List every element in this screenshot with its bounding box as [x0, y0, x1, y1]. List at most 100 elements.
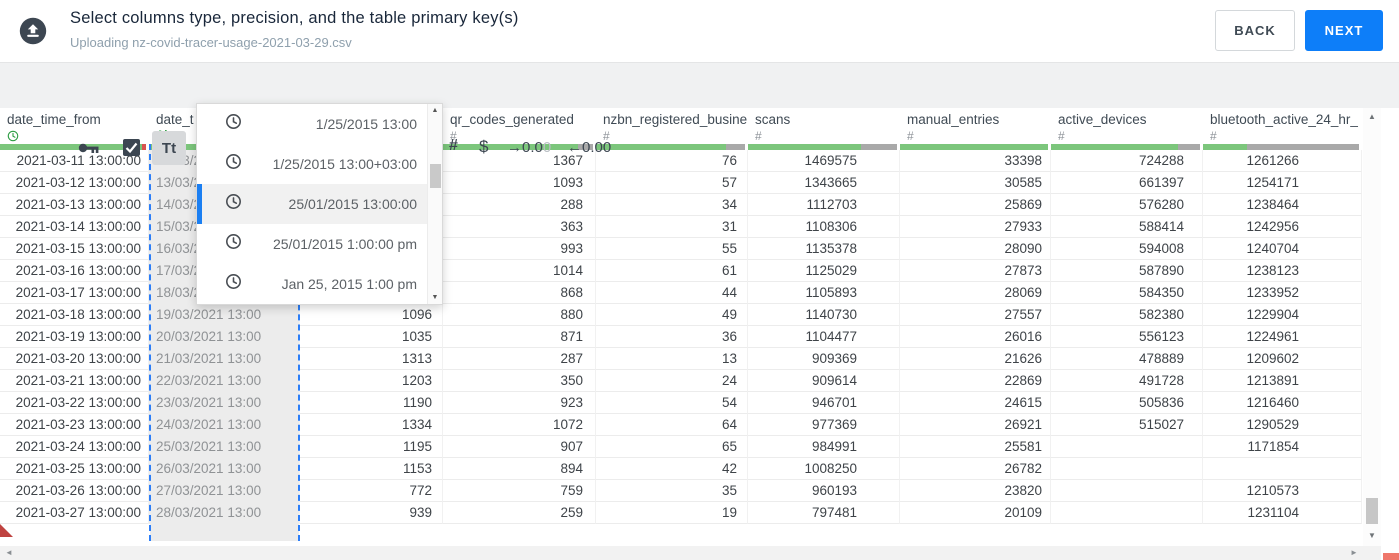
- table-cell: 1125029: [748, 260, 900, 282]
- dropdown-scrollbar[interactable]: ▲ ▼: [427, 104, 442, 304]
- numeric-type-indicator: #: [755, 129, 762, 143]
- table-cell: 939: [300, 502, 443, 524]
- table-cell: 24/03/2021 13:00: [149, 414, 300, 436]
- table-cell: 28090: [900, 238, 1051, 260]
- scroll-down-arrow[interactable]: ▼: [428, 294, 442, 301]
- table-cell: 1108306: [748, 216, 900, 238]
- table-cell: 993: [443, 238, 596, 260]
- scroll-left-arrow[interactable]: ◄: [5, 548, 13, 557]
- format-option-label: 25/01/2015 1:00:00 pm: [272, 236, 417, 252]
- clock-icon: [225, 273, 242, 295]
- table-cell: 1135378: [748, 238, 900, 260]
- scroll-down-arrow[interactable]: ▼: [1363, 531, 1381, 540]
- upload-status-text: Uploading nz-covid-tracer-usage-2021-03-…: [70, 35, 352, 50]
- table-cell: 1216460: [1203, 392, 1362, 414]
- table-cell: 984991: [748, 436, 900, 458]
- table-cell: 588414: [1051, 216, 1203, 238]
- column-header-active_devices[interactable]: active_devices #: [1051, 108, 1203, 144]
- table-cell: 1334: [300, 414, 443, 436]
- format-option[interactable]: 25/01/2015 13:00:00: [197, 184, 427, 224]
- table-cell: 27557: [900, 304, 1051, 326]
- table-cell: 1254171: [1203, 172, 1362, 194]
- table-cell: 2021-03-18 13:00:00: [0, 304, 149, 326]
- scroll-up-arrow[interactable]: ▲: [428, 107, 442, 114]
- table-cell: 57: [596, 172, 748, 194]
- scrollbar-thumb[interactable]: [430, 164, 441, 188]
- table-cell: 24: [596, 370, 748, 392]
- format-option-label: 1/25/2015 13:00+03:00: [272, 156, 417, 172]
- table-cell: 34: [596, 194, 748, 216]
- scroll-indicator-red: [1383, 553, 1399, 560]
- scroll-right-arrow[interactable]: ►: [1350, 548, 1358, 557]
- table-cell: [1203, 458, 1362, 480]
- column-name: scans: [755, 112, 791, 127]
- table-cell: 28/03/2021 13:00: [149, 502, 300, 524]
- table-cell: 923: [443, 392, 596, 414]
- table-cell: 515027: [1051, 414, 1203, 436]
- text-type-button[interactable]: Tt: [152, 131, 186, 165]
- table-cell: 2021-03-15 13:00:00: [0, 238, 149, 260]
- table-cell: 1290529: [1203, 414, 1362, 436]
- currency-type-button[interactable]: $: [479, 137, 488, 157]
- table-cell: [1051, 502, 1203, 524]
- table-cell: 2021-03-17 13:00:00: [0, 282, 149, 304]
- format-option[interactable]: 1/25/2015 13:00: [197, 104, 427, 144]
- table-row: 2021-03-22 13:00:00 23/03/2021 13:00 1190 9…: [0, 392, 1362, 414]
- table-cell: 1233952: [1203, 282, 1362, 304]
- back-button[interactable]: BACK: [1215, 10, 1295, 51]
- format-option-list: 1/25/2015 13:00 1/25/2015 13:00+03:00 25/0…: [197, 104, 427, 304]
- clock-icon: [225, 153, 242, 175]
- precision-faded-digit: 0: [542, 139, 552, 156]
- table-cell: 478889: [1051, 348, 1203, 370]
- table-cell: 1313: [300, 348, 443, 370]
- table-cell: 1229904: [1203, 304, 1362, 326]
- table-cell: 2021-03-25 13:00:00: [0, 458, 149, 480]
- table-cell: 1224961: [1203, 326, 1362, 348]
- table-cell: 556123: [1051, 326, 1203, 348]
- column-header-nzbn_registered_busine[interactable]: nzbn_registered_busine #: [596, 108, 748, 144]
- format-option[interactable]: 1/25/2015 13:00+03:00: [197, 144, 427, 184]
- table-cell: 587890: [1051, 260, 1203, 282]
- table-row: 2021-03-19 13:00:00 20/03/2021 13:00 1035 8…: [0, 326, 1362, 348]
- table-cell: [1051, 480, 1203, 502]
- integer-type-button[interactable]: #: [449, 137, 458, 155]
- table-cell: 288: [443, 194, 596, 216]
- table-cell: 1035: [300, 326, 443, 348]
- column-header-scans[interactable]: scans #: [748, 108, 900, 144]
- table-cell: 26782: [900, 458, 1051, 480]
- column-header-manual_entries[interactable]: manual_entries #: [900, 108, 1051, 144]
- scrollbar-thumb[interactable]: [1366, 498, 1378, 524]
- table-cell: 2021-03-26 13:00:00: [0, 480, 149, 502]
- table-cell: 1210573: [1203, 480, 1362, 502]
- select-all-checkbox[interactable]: [123, 139, 140, 156]
- vertical-scrollbar[interactable]: ▲ ▼: [1363, 108, 1381, 546]
- table-cell: 1195: [300, 436, 443, 458]
- table-cell: 26921: [900, 414, 1051, 436]
- table-cell: 23/03/2021 13:00: [149, 392, 300, 414]
- format-option-label: 25/01/2015 13:00:00: [288, 196, 417, 212]
- scroll-up-arrow[interactable]: ▲: [1363, 112, 1381, 121]
- next-button[interactable]: NEXT: [1305, 10, 1383, 51]
- numeric-type-indicator: #: [907, 129, 914, 143]
- horizontal-scrollbar[interactable]: ◄ ►: [0, 546, 1381, 560]
- table-cell: 1153: [300, 458, 443, 480]
- table-cell: 1140730: [748, 304, 900, 326]
- table-row: 2021-03-25 13:00:00 26/03/2021 13:00 1153 8…: [0, 458, 1362, 480]
- table-cell: 1213891: [1203, 370, 1362, 392]
- page-title: Select columns type, precision, and the …: [70, 9, 519, 27]
- numeric-type-indicator: #: [1058, 129, 1065, 143]
- table-row: 2021-03-26 13:00:00 27/03/2021 13:00 772 75…: [0, 480, 1362, 502]
- selected-column-strip: [150, 524, 299, 541]
- column-header-bluetooth_active_24_hr_[interactable]: bluetooth_active_24_hr_ #: [1203, 108, 1362, 144]
- format-option-label: 1/25/2015 13:00: [315, 116, 417, 132]
- format-option[interactable]: 25/01/2015 1:00:00 pm: [197, 224, 427, 264]
- table-cell: 25869: [900, 194, 1051, 216]
- table-cell: 13: [596, 348, 748, 370]
- decrease-precision-button[interactable]: ←0.00: [567, 139, 611, 156]
- table-cell: 30585: [900, 172, 1051, 194]
- table-row: 2021-03-18 13:00:00 19/03/2021 13:00 1096 8…: [0, 304, 1362, 326]
- format-option[interactable]: Jan 25, 2015 1:00 pm: [197, 264, 427, 304]
- primary-key-icon[interactable]: [78, 140, 101, 161]
- increase-precision-button[interactable]: →0.00: [507, 139, 551, 156]
- table-cell: 977369: [748, 414, 900, 436]
